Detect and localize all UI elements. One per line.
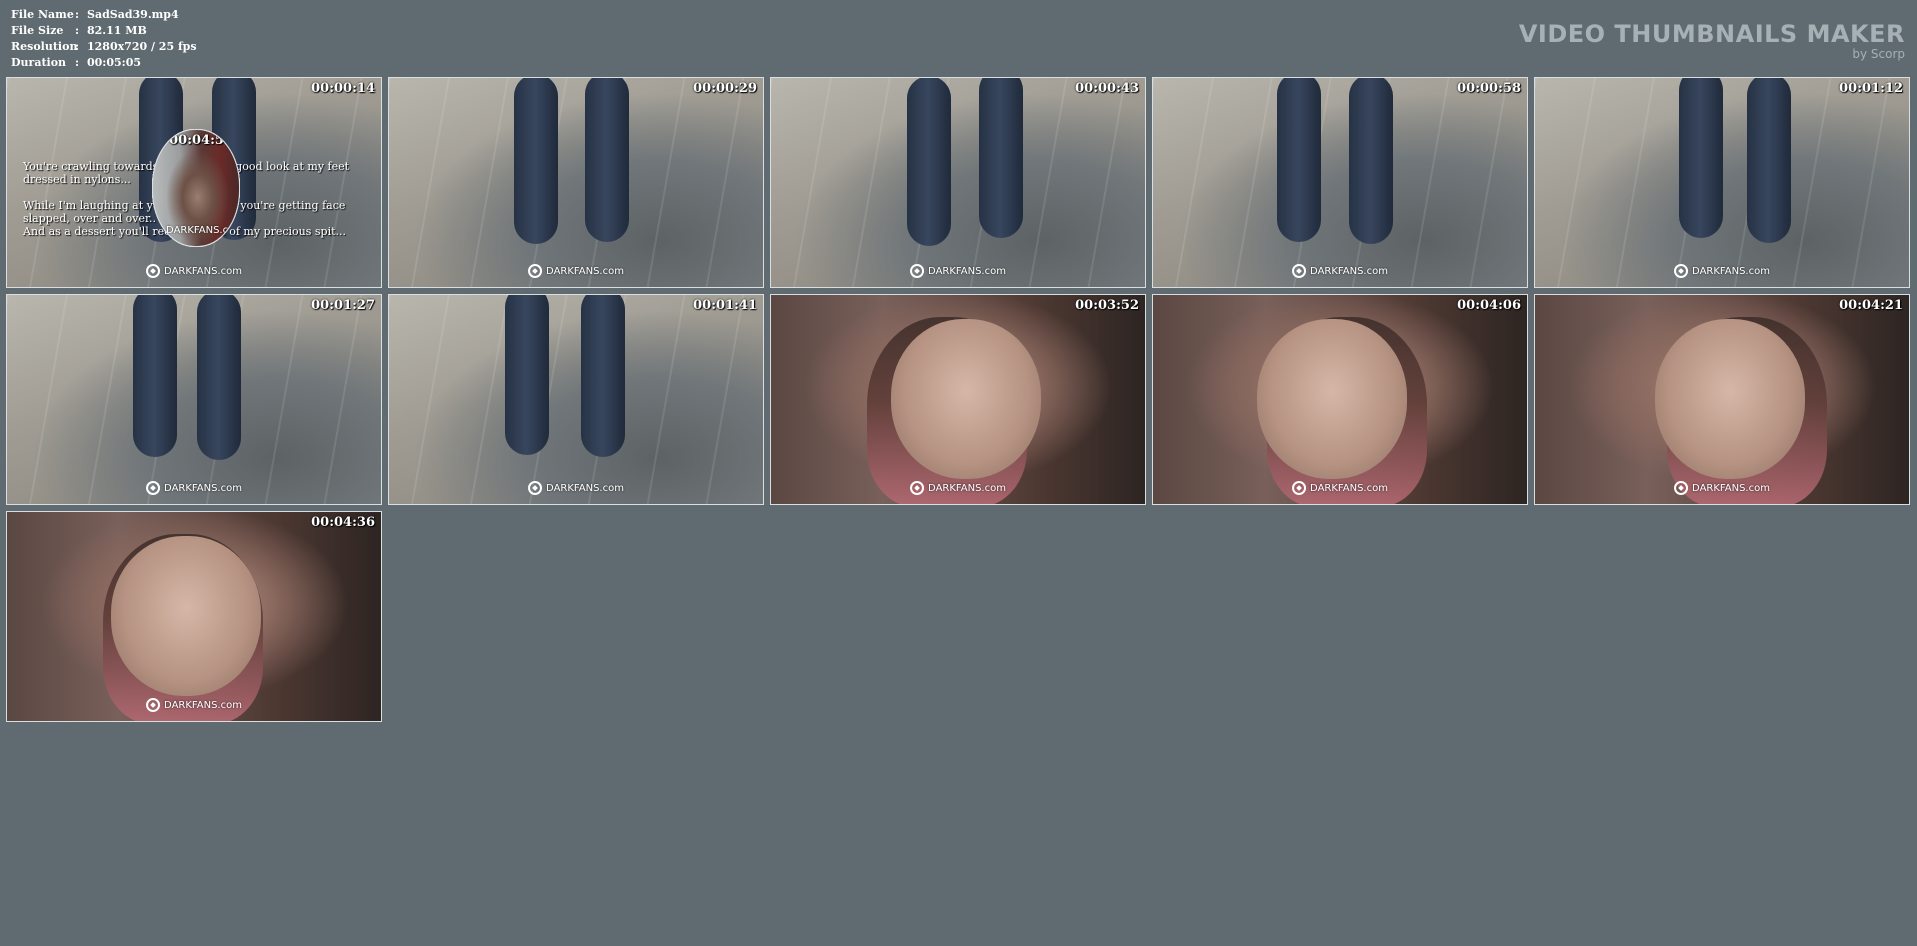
darkfans-logo-icon [146, 698, 161, 712]
resolution-value: 1280x720 / 25 fps [87, 40, 197, 53]
left-leg-shape [133, 295, 177, 457]
watermark-text: DARKFANS.com [928, 265, 1006, 277]
watermark-text: DARKFANS.com [1692, 265, 1770, 277]
file-name-label: File Name [11, 8, 74, 21]
right-leg-shape [197, 295, 241, 460]
timestamp: 00:00:29 [693, 81, 757, 96]
watermark-text: DARKFANS.com [166, 224, 240, 236]
watermark-text: DARKFANS.com [546, 482, 624, 494]
timestamp: 00:01:27 [311, 298, 375, 313]
darkfans-logo-icon [1674, 481, 1689, 495]
face-shape [1257, 319, 1407, 479]
watermark: DARKFANS.com [146, 264, 242, 278]
watermark: DARKFANS.com [910, 264, 1006, 278]
timestamp: 00:00:58 [1457, 81, 1521, 96]
watermark: DARKFANS.com [146, 698, 242, 712]
timestamp: 00:04:21 [1839, 298, 1903, 313]
video-thumbnail: 00:00:29 DARKFANS.com [388, 77, 764, 288]
timestamp: 00:01:41 [693, 298, 757, 313]
face-shape [1655, 319, 1805, 479]
face-shape [891, 319, 1041, 479]
timestamp: 00:00:43 [1075, 81, 1139, 96]
file-size-value: 82.11 MB [87, 24, 147, 37]
right-leg-shape [581, 295, 625, 457]
video-thumbnail: 00:01:12 DARKFANS.com [1534, 77, 1910, 288]
watermark: DARKFANS.com [528, 264, 624, 278]
duration-separator: : [75, 56, 80, 69]
watermark-text: DARKFANS.com [164, 482, 242, 494]
duration-row: Duration : 00:05:05 [11, 55, 197, 71]
left-leg-shape [505, 295, 549, 455]
darkfans-logo-icon [910, 264, 925, 278]
file-info: File Name : SadSad39.mp4 File Size : 82.… [11, 7, 197, 71]
watermark: DARKFANS.com [153, 223, 240, 237]
watermark-text: DARKFANS.com [164, 699, 242, 711]
watermark: DARKFANS.com [1674, 264, 1770, 278]
timestamp: 00:04:06 [1457, 298, 1521, 313]
watermark-text: DARKFANS.com [1692, 482, 1770, 494]
right-leg-shape [1349, 78, 1393, 244]
left-leg-shape [1679, 78, 1723, 238]
watermark: DARKFANS.com [528, 481, 624, 495]
video-thumbnail: 00:03:52 DARKFANS.com [770, 294, 1146, 505]
timestamp: 00:03:52 [1075, 298, 1139, 313]
right-leg-shape [585, 78, 629, 242]
darkfans-logo-icon [528, 264, 543, 278]
resolution-row: Resolution : 1280x720 / 25 fps [11, 39, 197, 55]
darkfans-logo-icon [146, 481, 161, 495]
file-size-row: File Size : 82.11 MB [11, 23, 197, 39]
watermark-text: DARKFANS.com [164, 265, 242, 277]
watermark-text: DARKFANS.com [1310, 482, 1388, 494]
darkfans-logo-icon [1292, 481, 1307, 495]
video-thumbnail: 00:01:41 DARKFANS.com [388, 294, 764, 505]
watermark: DARKFANS.com [1292, 481, 1388, 495]
video-thumbnail: 00:00:58 DARKFANS.com [1152, 77, 1528, 288]
timestamp: 00:04:36 [311, 515, 375, 530]
resolution-separator: : [75, 40, 80, 53]
darkfans-logo-icon [1292, 264, 1307, 278]
video-thumbnail: 00:00:43 DARKFANS.com [770, 77, 1146, 288]
timestamp: 00:04:50 [169, 133, 233, 148]
file-size-separator: : [75, 24, 80, 37]
header: File Name : SadSad39.mp4 File Size : 82.… [0, 0, 1917, 76]
watermark-text: DARKFANS.com [928, 482, 1006, 494]
video-thumbnail: 00:04:50 DARKFANS.com [152, 129, 240, 247]
brand-logo: VIDEO THUMBNAILS MAKER by Scorp [1519, 20, 1905, 60]
video-thumbnail: 00:04:36 DARKFANS.com [6, 511, 382, 722]
darkfans-logo-icon [910, 481, 925, 495]
watermark: DARKFANS.com [1292, 264, 1388, 278]
file-name-value: SadSad39.mp4 [87, 8, 179, 21]
right-leg-shape [979, 78, 1023, 238]
video-thumbnail: 00:04:06 DARKFANS.com [1152, 294, 1528, 505]
left-leg-shape [907, 78, 951, 246]
file-name-separator: : [75, 8, 80, 21]
thumbnail-grid: You're crawling towards me... Have a goo… [6, 77, 1911, 941]
timestamp: 00:01:12 [1839, 81, 1903, 96]
watermark-text: DARKFANS.com [546, 265, 624, 277]
darkfans-logo-icon [146, 264, 161, 278]
video-thumbnail: 00:04:21 DARKFANS.com [1534, 294, 1910, 505]
timestamp: 00:00:14 [311, 81, 375, 96]
darkfans-logo-icon [1674, 264, 1689, 278]
darkfans-logo-icon [528, 481, 543, 495]
face-shape [111, 536, 261, 696]
watermark: DARKFANS.com [146, 481, 242, 495]
brand-subtitle: by Scorp [1852, 47, 1905, 61]
left-leg-shape [514, 78, 558, 244]
duration-label: Duration [11, 56, 67, 69]
watermark: DARKFANS.com [910, 481, 1006, 495]
right-leg-shape [1747, 78, 1791, 243]
video-thumbnail: 00:01:27 DARKFANS.com [6, 294, 382, 505]
duration-value: 00:05:05 [87, 56, 142, 69]
file-size-label: File Size [11, 24, 64, 37]
watermark: DARKFANS.com [1674, 481, 1770, 495]
resolution-label: Resolution [11, 40, 78, 53]
darkfans-logo-icon [153, 223, 163, 237]
watermark-text: DARKFANS.com [1310, 265, 1388, 277]
brand-title: VIDEO THUMBNAILS MAKER [1518, 20, 1905, 48]
file-name-row: File Name : SadSad39.mp4 [11, 7, 197, 23]
left-leg-shape [1277, 78, 1321, 242]
